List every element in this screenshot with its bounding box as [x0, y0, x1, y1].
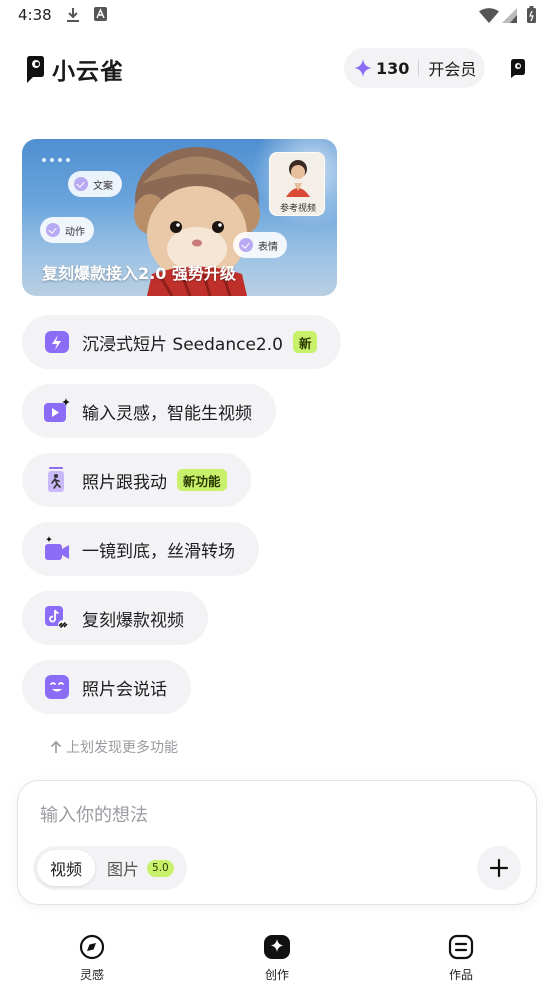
feature-one-take-transition[interactable]: 一镜到底，丝滑转场 — [22, 522, 259, 576]
nav-label: 作品 — [448, 968, 473, 982]
mode-switch: 视频 图片 5.0 — [33, 846, 187, 890]
feature-photo-motion[interactable]: 照片跟我动 新功能 — [22, 453, 251, 507]
notification-a-icon — [94, 7, 107, 21]
tiktok-link-icon — [45, 606, 68, 630]
arrow-up-icon — [50, 740, 62, 753]
nav-works[interactable]: 作品 — [431, 934, 491, 983]
check-icon — [74, 177, 88, 191]
feature-label: 输入灵感，智能生视频 — [82, 403, 252, 424]
new-feature-badge: 新功能 — [177, 469, 227, 491]
image-version-badge: 5.0 — [147, 859, 174, 877]
feature-label: 复刻爆款视频 — [82, 610, 184, 631]
create-sparkle-icon — [264, 935, 290, 959]
idea-composer: 输入你的想法 视频 图片 5.0 — [17, 780, 537, 905]
feature-talking-photo[interactable]: 照片会说话 — [22, 660, 191, 714]
photo-motion-icon — [48, 467, 64, 492]
camera-sparkle-icon — [45, 536, 69, 560]
feature-label: 一镜到底，丝滑转场 — [82, 541, 235, 562]
sparkle-star-icon — [354, 59, 372, 77]
nav-label: 灵感 — [79, 968, 104, 982]
app-logo: 小云雀 — [24, 52, 124, 86]
credits-count: 130 — [376, 58, 410, 78]
nav-label: 创作 — [264, 968, 289, 982]
child-photo — [286, 160, 310, 197]
check-icon — [239, 238, 253, 252]
banner-tag-expression: 表情 — [233, 232, 287, 258]
smile-face-icon — [45, 675, 69, 699]
mode-video-tab[interactable]: 视频 — [37, 850, 95, 886]
open-membership-button[interactable]: 开会员 — [428, 56, 476, 80]
banner-dots — [42, 158, 70, 162]
mode-image-label: 图片 — [107, 860, 140, 879]
feature-replicate-viral[interactable]: 复刻爆款视频 — [22, 591, 208, 645]
reference-video-card: 参考视频 — [269, 152, 325, 216]
plus-icon — [489, 858, 509, 878]
hint-text: 上划发现更多功能 — [66, 740, 178, 756]
banner-tag-motion: 动作 — [40, 217, 94, 243]
check-icon — [46, 223, 60, 237]
feature-immersive-short[interactable]: 沉浸式短片 Seedance2.0 新 — [22, 315, 342, 369]
banner-tag-copy: 文案 — [68, 171, 122, 197]
feature-label: 照片跟我动 — [82, 472, 167, 493]
app-header: 小云雀 130 开会员 — [0, 46, 554, 90]
app-logo-icon — [27, 56, 44, 83]
works-icon — [448, 934, 474, 960]
promo-banner[interactable]: 文案 动作 表情 参考视频 复刻爆款接入2.0 强势升级 — [22, 139, 337, 296]
feature-label: 沉浸式短片 Seedance2.0 — [82, 334, 283, 355]
mode-image-tab[interactable]: 图片 5.0 — [107, 850, 174, 886]
idea-input[interactable]: 输入你的想法 — [40, 801, 148, 827]
status-bar: 4:38 — [0, 0, 554, 32]
feature-idea-to-video[interactable]: 输入灵感，智能生视频 — [22, 384, 276, 438]
nav-create[interactable]: 创作 — [247, 934, 307, 983]
new-badge: 新 — [292, 331, 318, 353]
lightning-icon — [45, 331, 69, 353]
compass-icon — [79, 934, 105, 960]
profile-logo-icon[interactable] — [508, 58, 526, 78]
app-name: 小云雀 — [52, 59, 124, 85]
bottom-nav: 灵感 创作 作品 — [0, 930, 554, 984]
feature-label: 照片会说话 — [82, 679, 167, 700]
nav-inspiration[interactable]: 灵感 — [62, 934, 122, 983]
reference-video-label: 参考视频 — [279, 204, 316, 214]
signal-icon — [502, 8, 517, 23]
add-attachment-button[interactable] — [477, 846, 521, 890]
credits-member-pill[interactable]: 130 开会员 — [344, 48, 485, 88]
wifi-icon — [479, 8, 499, 23]
battery-icon — [527, 6, 536, 23]
banner-caption: 复刻爆款接入2.0 强势升级 — [42, 264, 236, 283]
video-sparkle-icon — [44, 398, 70, 422]
download-icon — [67, 8, 79, 22]
swipe-up-hint: 上划发现更多功能 — [50, 737, 178, 757]
status-time: 4:38 — [18, 6, 52, 24]
pill-divider — [418, 60, 420, 76]
